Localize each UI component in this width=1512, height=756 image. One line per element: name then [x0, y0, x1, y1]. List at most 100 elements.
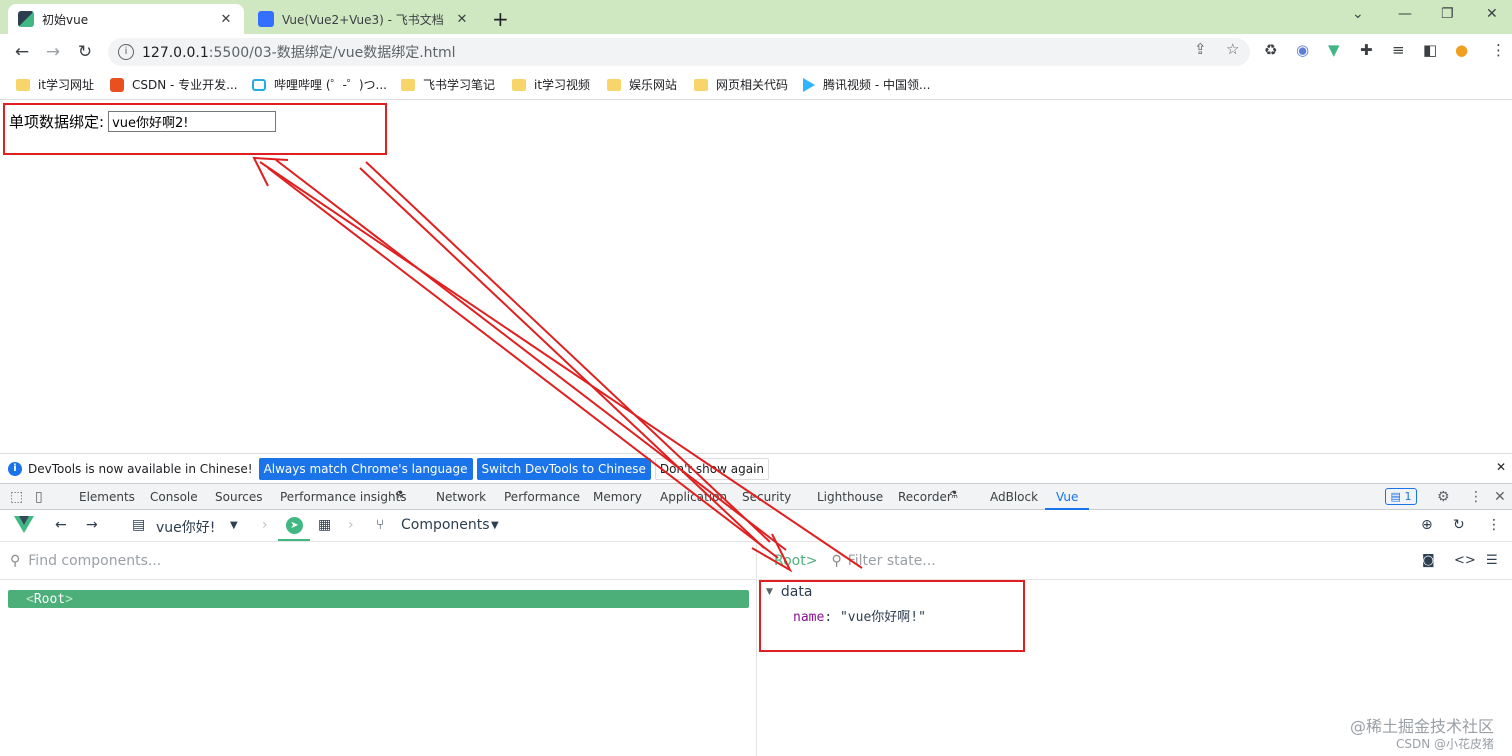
find-components-input[interactable]	[28, 552, 629, 569]
tab-network[interactable]: Network	[436, 490, 486, 504]
inspect-dom-icon[interactable]: ☰	[1486, 553, 1498, 568]
vue-logo-inner	[19, 516, 29, 525]
timeline-icon[interactable]: ▦	[318, 517, 331, 533]
settings-gear-icon[interactable]: ⚙	[1437, 489, 1450, 505]
flask-icon: ⚗	[949, 490, 958, 501]
back-arrow-icon[interactable]: ←	[10, 40, 34, 64]
vue-extension-icon[interactable]: ▼	[1328, 41, 1340, 59]
folder-icon	[16, 78, 30, 91]
dont-show-again-button[interactable]: Don't show again	[654, 457, 770, 480]
filter-state-input[interactable]	[847, 552, 1248, 569]
minimize-icon[interactable]: —	[1398, 6, 1412, 22]
tab-recorder[interactable]: Recorder	[898, 490, 952, 504]
tab-strip: 初始vue ✕ Vue(Vue2+Vue3) - 飞书文档 ✕ + ⌄ — ❐ …	[0, 0, 1512, 34]
browser-toolbar: ← → ↻ i 127.0.0.1:5500/03-数据绑定/vue数据绑定.h…	[0, 34, 1512, 70]
caret-down-icon[interactable]: ▼	[230, 520, 238, 531]
tab-security[interactable]: Security	[742, 490, 791, 504]
folder-icon	[694, 78, 708, 91]
vue-devtools-toolbar: ← → ▤ vue你好! ▼ › ➤ ▦ › ⑂ Components ▼ ⊕ …	[0, 510, 1512, 542]
new-tab-button[interactable]: +	[492, 7, 509, 31]
bookmark-item[interactable]: CSDN - 专业开发...	[110, 76, 238, 93]
restore-icon[interactable]: ❐	[1441, 6, 1454, 22]
watermark-juejin: @稀土掘金技术社区	[1349, 717, 1494, 736]
tab-close-icon[interactable]: ✕	[218, 12, 234, 27]
reload-icon[interactable]: ↻	[73, 40, 97, 64]
device-toolbar-icon[interactable]: ▯	[35, 489, 43, 505]
tab-performance-insights[interactable]: Performance insights	[280, 490, 407, 504]
tab-performance[interactable]: Performance	[504, 490, 580, 504]
doc-favicon-icon	[258, 11, 274, 27]
search-icon: ⚲	[10, 552, 21, 569]
devtools-tab-bar: ⬚ ▯ Elements Console Sources Performance…	[0, 483, 1512, 510]
tab-adblock[interactable]: AdBlock	[990, 490, 1038, 504]
tab-lighthouse[interactable]: Lighthouse	[817, 490, 883, 504]
caret-down-icon[interactable]: ▼	[491, 520, 499, 531]
tencent-video-icon	[803, 77, 815, 92]
browser-menu-icon[interactable]: ⋮	[1491, 41, 1506, 59]
globe-extension-icon[interactable]: ◉	[1296, 41, 1309, 59]
tab-sources[interactable]: Sources	[215, 490, 262, 504]
tab-close-icon[interactable]: ✕	[454, 12, 470, 27]
switch-chinese-button[interactable]: Switch DevTools to Chinese	[476, 457, 651, 480]
profile-avatar[interactable]: ●	[1455, 41, 1468, 59]
bookmark-item[interactable]: 哔哩哔哩 (゜-゜)つ...	[252, 76, 387, 93]
folder-icon	[607, 78, 621, 91]
tab-feishu-doc[interactable]: Vue(Vue2+Vue3) - 飞书文档 ✕	[248, 4, 480, 34]
extensions-puzzle-icon[interactable]: ✚	[1360, 41, 1373, 59]
root-breadcrumb[interactable]: Root>	[774, 553, 817, 569]
bookmark-item[interactable]: it学习网址	[16, 76, 94, 93]
bookmark-item[interactable]: 娱乐网站	[607, 76, 677, 93]
tab-memory[interactable]: Memory	[593, 490, 642, 504]
bilibili-icon	[252, 78, 266, 91]
inspect-element-icon[interactable]: ⬚	[10, 489, 23, 505]
app-name[interactable]: vue你好!	[156, 517, 215, 537]
tab-console[interactable]: Console	[150, 490, 198, 504]
bookmark-item[interactable]: 腾讯视频 - 中国领...	[803, 76, 930, 93]
match-language-button[interactable]: Always match Chrome's language	[258, 457, 473, 480]
window-close-icon[interactable]: ✕	[1486, 6, 1498, 22]
select-component-target-icon[interactable]: ⊕	[1421, 517, 1433, 533]
devtools-close-icon[interactable]: ✕	[1494, 489, 1506, 505]
scroll-to-component-icon[interactable]: ◙	[1422, 553, 1435, 568]
vue-menu-icon[interactable]: ⋮	[1487, 517, 1501, 533]
components-selector[interactable]: Components	[401, 517, 490, 533]
component-tree-panel: ⚲ <Root>	[0, 542, 757, 756]
annotation-box-data	[759, 580, 1025, 652]
refresh-icon[interactable]: ↻	[1453, 517, 1465, 533]
side-panel-icon[interactable]: ◧	[1423, 41, 1437, 59]
forward-arrow-icon[interactable]: →	[41, 40, 65, 64]
tab-vue[interactable]: Vue	[1056, 490, 1078, 504]
forward-icon[interactable]: →	[86, 517, 98, 533]
app-select-icon[interactable]: ▤	[132, 517, 145, 533]
back-icon[interactable]: ←	[55, 517, 67, 533]
watermark-csdn: CSDN @小花皮猪	[1395, 737, 1494, 751]
folder-icon	[401, 78, 415, 91]
devtools-menu-icon[interactable]: ⋮	[1469, 489, 1483, 505]
inspector-active-indicator	[278, 539, 310, 541]
media-queue-icon[interactable]: ≡	[1392, 41, 1405, 59]
site-info-icon[interactable]: i	[118, 44, 134, 60]
issues-badge[interactable]: ▤ 1	[1385, 488, 1417, 505]
annotation-box-input	[3, 103, 387, 155]
tab-search-chevron-icon[interactable]: ⌄	[1352, 6, 1364, 22]
info-icon: i	[8, 461, 22, 476]
bookmark-star-icon[interactable]: ☆	[1226, 40, 1239, 58]
infobar-close-icon[interactable]: ✕	[1496, 460, 1506, 474]
inspector-compass-icon[interactable]: ➤	[286, 517, 303, 534]
address-bar[interactable]: i 127.0.0.1:5500/03-数据绑定/vue数据绑定.html	[108, 38, 1250, 66]
tab-elements[interactable]: Elements	[79, 490, 135, 504]
share-icon[interactable]: ⇪	[1194, 40, 1207, 58]
tab-active[interactable]: 初始vue ✕	[8, 4, 244, 34]
tree-node-root[interactable]: < Root >	[8, 590, 749, 608]
show-source-icon[interactable]: <>	[1454, 553, 1476, 568]
bookmark-item[interactable]: 网页相关代码	[694, 76, 788, 93]
vue-favicon-icon	[18, 11, 34, 27]
tab-application[interactable]: Application	[660, 490, 727, 504]
recycle-extension-icon[interactable]: ♻	[1264, 41, 1277, 59]
tab-title: 初始vue	[42, 12, 89, 27]
infobar-message: DevTools is now available in Chinese!	[28, 461, 253, 476]
find-components-row: ⚲	[0, 542, 757, 580]
bookmark-item[interactable]: it学习视频	[512, 76, 590, 93]
folder-icon	[512, 78, 526, 91]
bookmark-item[interactable]: 飞书学习笔记	[401, 76, 495, 93]
